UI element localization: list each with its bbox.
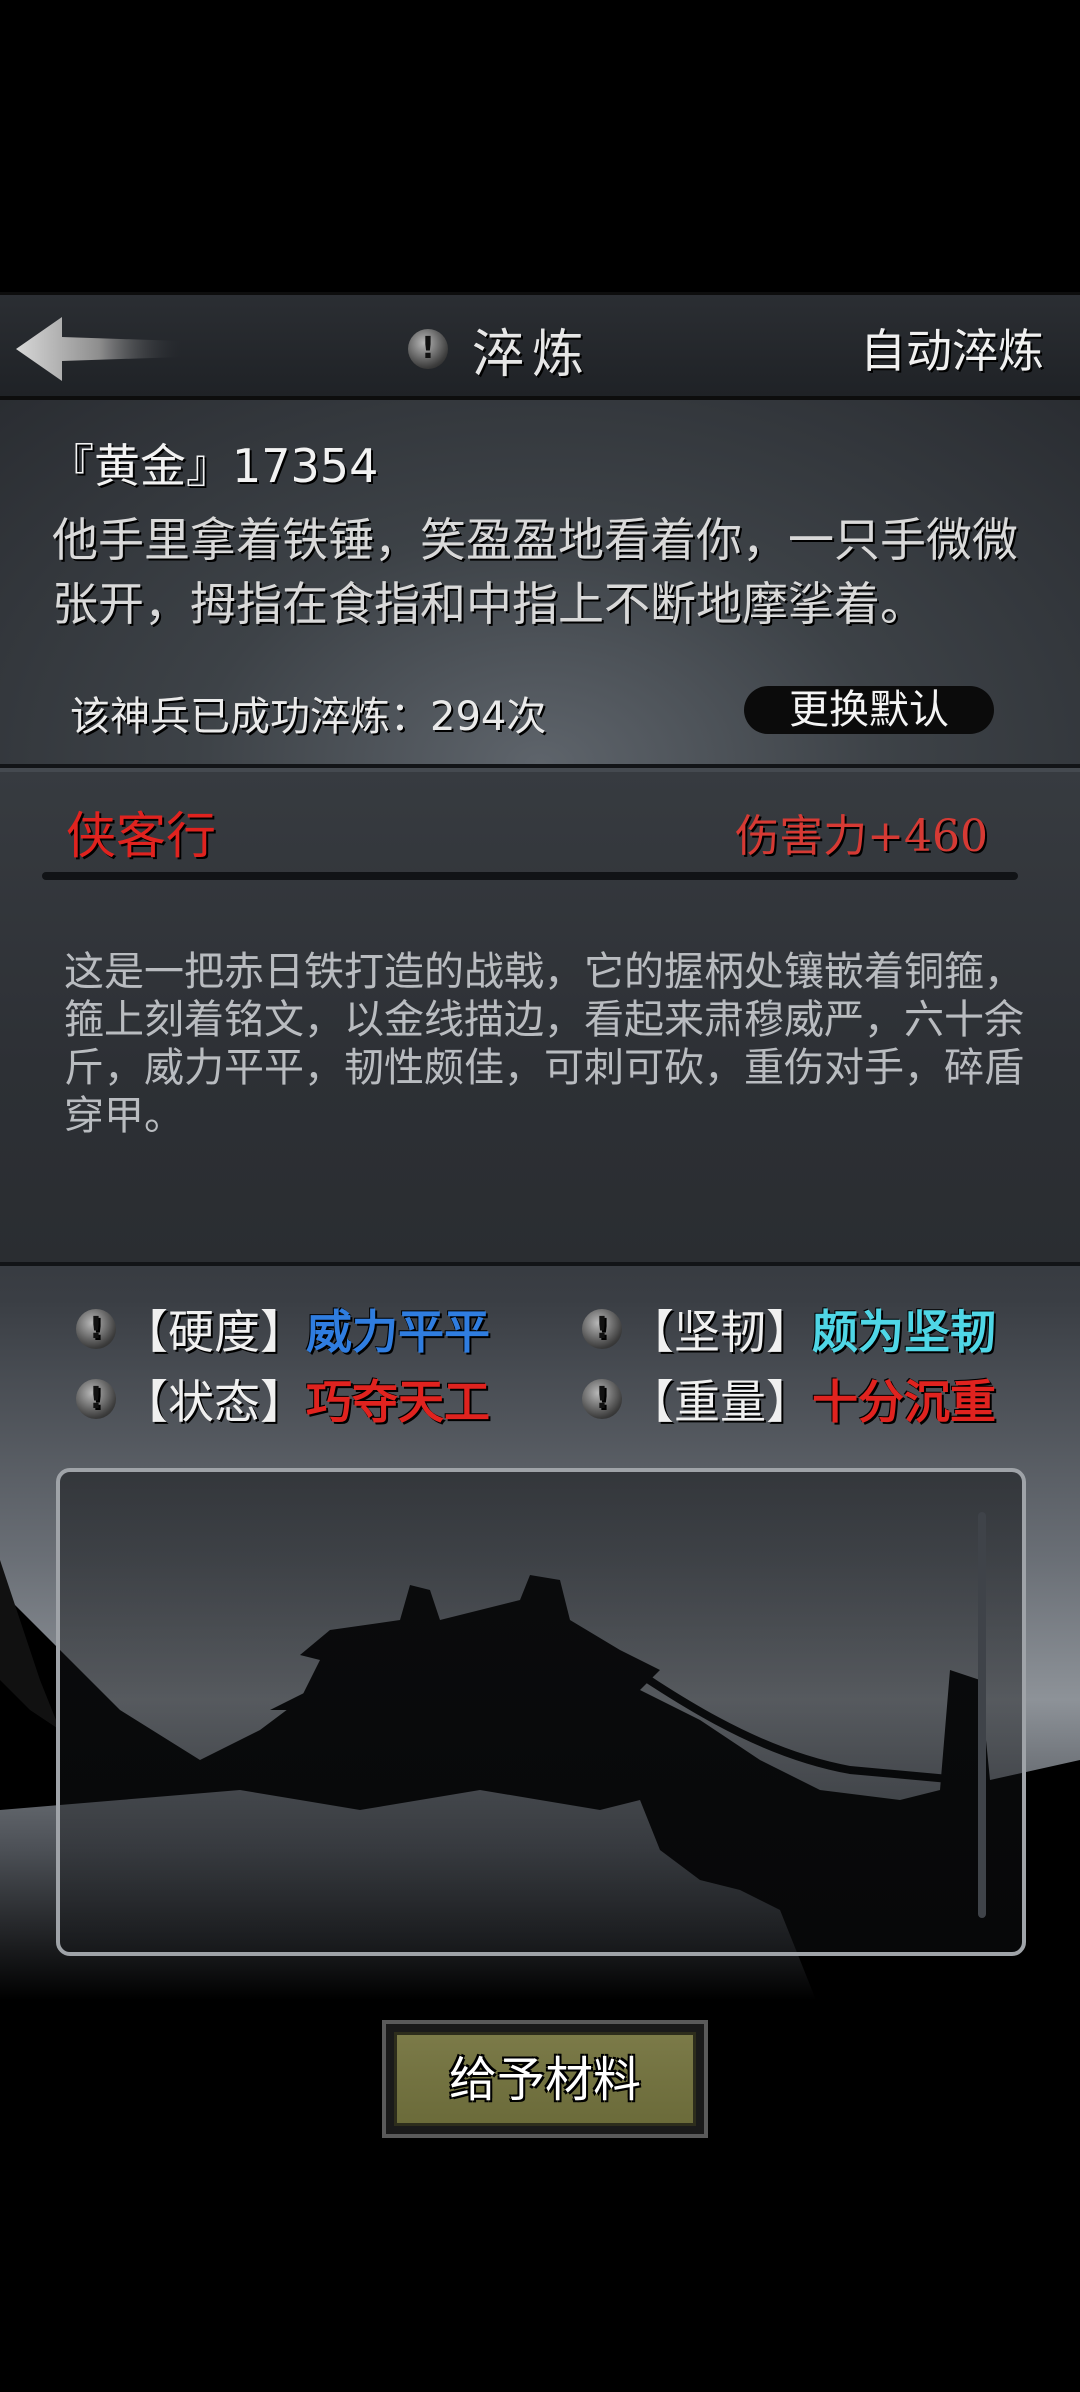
blacksmith-quote: 他手里拿着铁锤，笑盈盈地看着你，一只手微微张开，拇指在食指和中指上不断地摩挲着。: [52, 513, 1018, 631]
attribute-value: 威力平平: [306, 1305, 490, 1359]
attribute-state: ! 【状态】 巧夺天工: [76, 1366, 490, 1432]
weapon-attributes: ! 【硬度】 威力平平 ! 【坚韧】 颇为坚韧 ! 【状态】 巧夺天工 ! 【重…: [0, 1270, 1080, 1470]
material-count: 『黄金』17354: [48, 439, 379, 493]
back-button[interactable]: [14, 313, 184, 385]
weapon-name: 侠客行: [66, 807, 216, 865]
exclamation-icon[interactable]: !: [582, 1379, 622, 1419]
auto-refine-button[interactable]: 自动淬炼: [860, 315, 1044, 381]
page-title: 淬炼: [472, 324, 593, 385]
weapon-detail-panel: 侠客行 伤害力+460 这是一把赤日铁打造的战戟，它的握柄处镶嵌着铜箍，箍上刻着…: [0, 772, 1080, 1266]
refine-count-text: 该神兵已成功淬炼：294次: [70, 694, 547, 740]
give-material-button[interactable]: 给予材料: [382, 2020, 708, 2138]
attribute-key: 【重量】: [628, 1375, 812, 1429]
exclamation-icon[interactable]: !: [582, 1309, 622, 1349]
title-group: ! 淬炼: [408, 309, 592, 389]
weapon-description: 这是一把赤日铁打造的战戟，它的握柄处镶嵌着铜箍，箍上刻着铭文，以金线描边，看起来…: [64, 949, 1024, 1139]
attribute-weight: ! 【重量】 十分沉重: [582, 1366, 996, 1432]
materials-box[interactable]: [56, 1468, 1026, 1956]
change-default-button[interactable]: 更换默认: [744, 686, 994, 734]
weapon-damage: 伤害力+460: [735, 811, 988, 862]
attribute-key: 【坚韧】: [628, 1305, 812, 1359]
exclamation-icon[interactable]: !: [76, 1309, 116, 1349]
attribute-key: 【硬度】: [122, 1305, 306, 1359]
exclamation-icon[interactable]: !: [76, 1379, 116, 1419]
materials-scrollbar[interactable]: [978, 1512, 986, 1918]
attribute-key: 【状态】: [122, 1375, 306, 1429]
top-bar: ! 淬炼 自动淬炼: [0, 292, 1080, 400]
attribute-value: 十分沉重: [812, 1375, 996, 1429]
blacksmith-info-panel: 『黄金』17354 他手里拿着铁锤，笑盈盈地看着你，一只手微微张开，拇指在食指和…: [0, 400, 1080, 768]
exclamation-icon[interactable]: !: [408, 329, 448, 369]
attribute-value: 巧夺天工: [306, 1375, 490, 1429]
divider: [42, 872, 1018, 880]
give-material-label: 给予材料: [394, 2032, 696, 2126]
attribute-value: 颇为坚韧: [812, 1305, 996, 1359]
attribute-hardness: ! 【硬度】 威力平平: [76, 1296, 490, 1362]
back-arrow-icon: [16, 317, 182, 381]
game-screen: ! 淬炼 自动淬炼 『黄金』17354 他手里拿着铁锤，笑盈盈地看着你，一只手微…: [0, 0, 1080, 2392]
attribute-toughness: ! 【坚韧】 颇为坚韧: [582, 1296, 996, 1362]
